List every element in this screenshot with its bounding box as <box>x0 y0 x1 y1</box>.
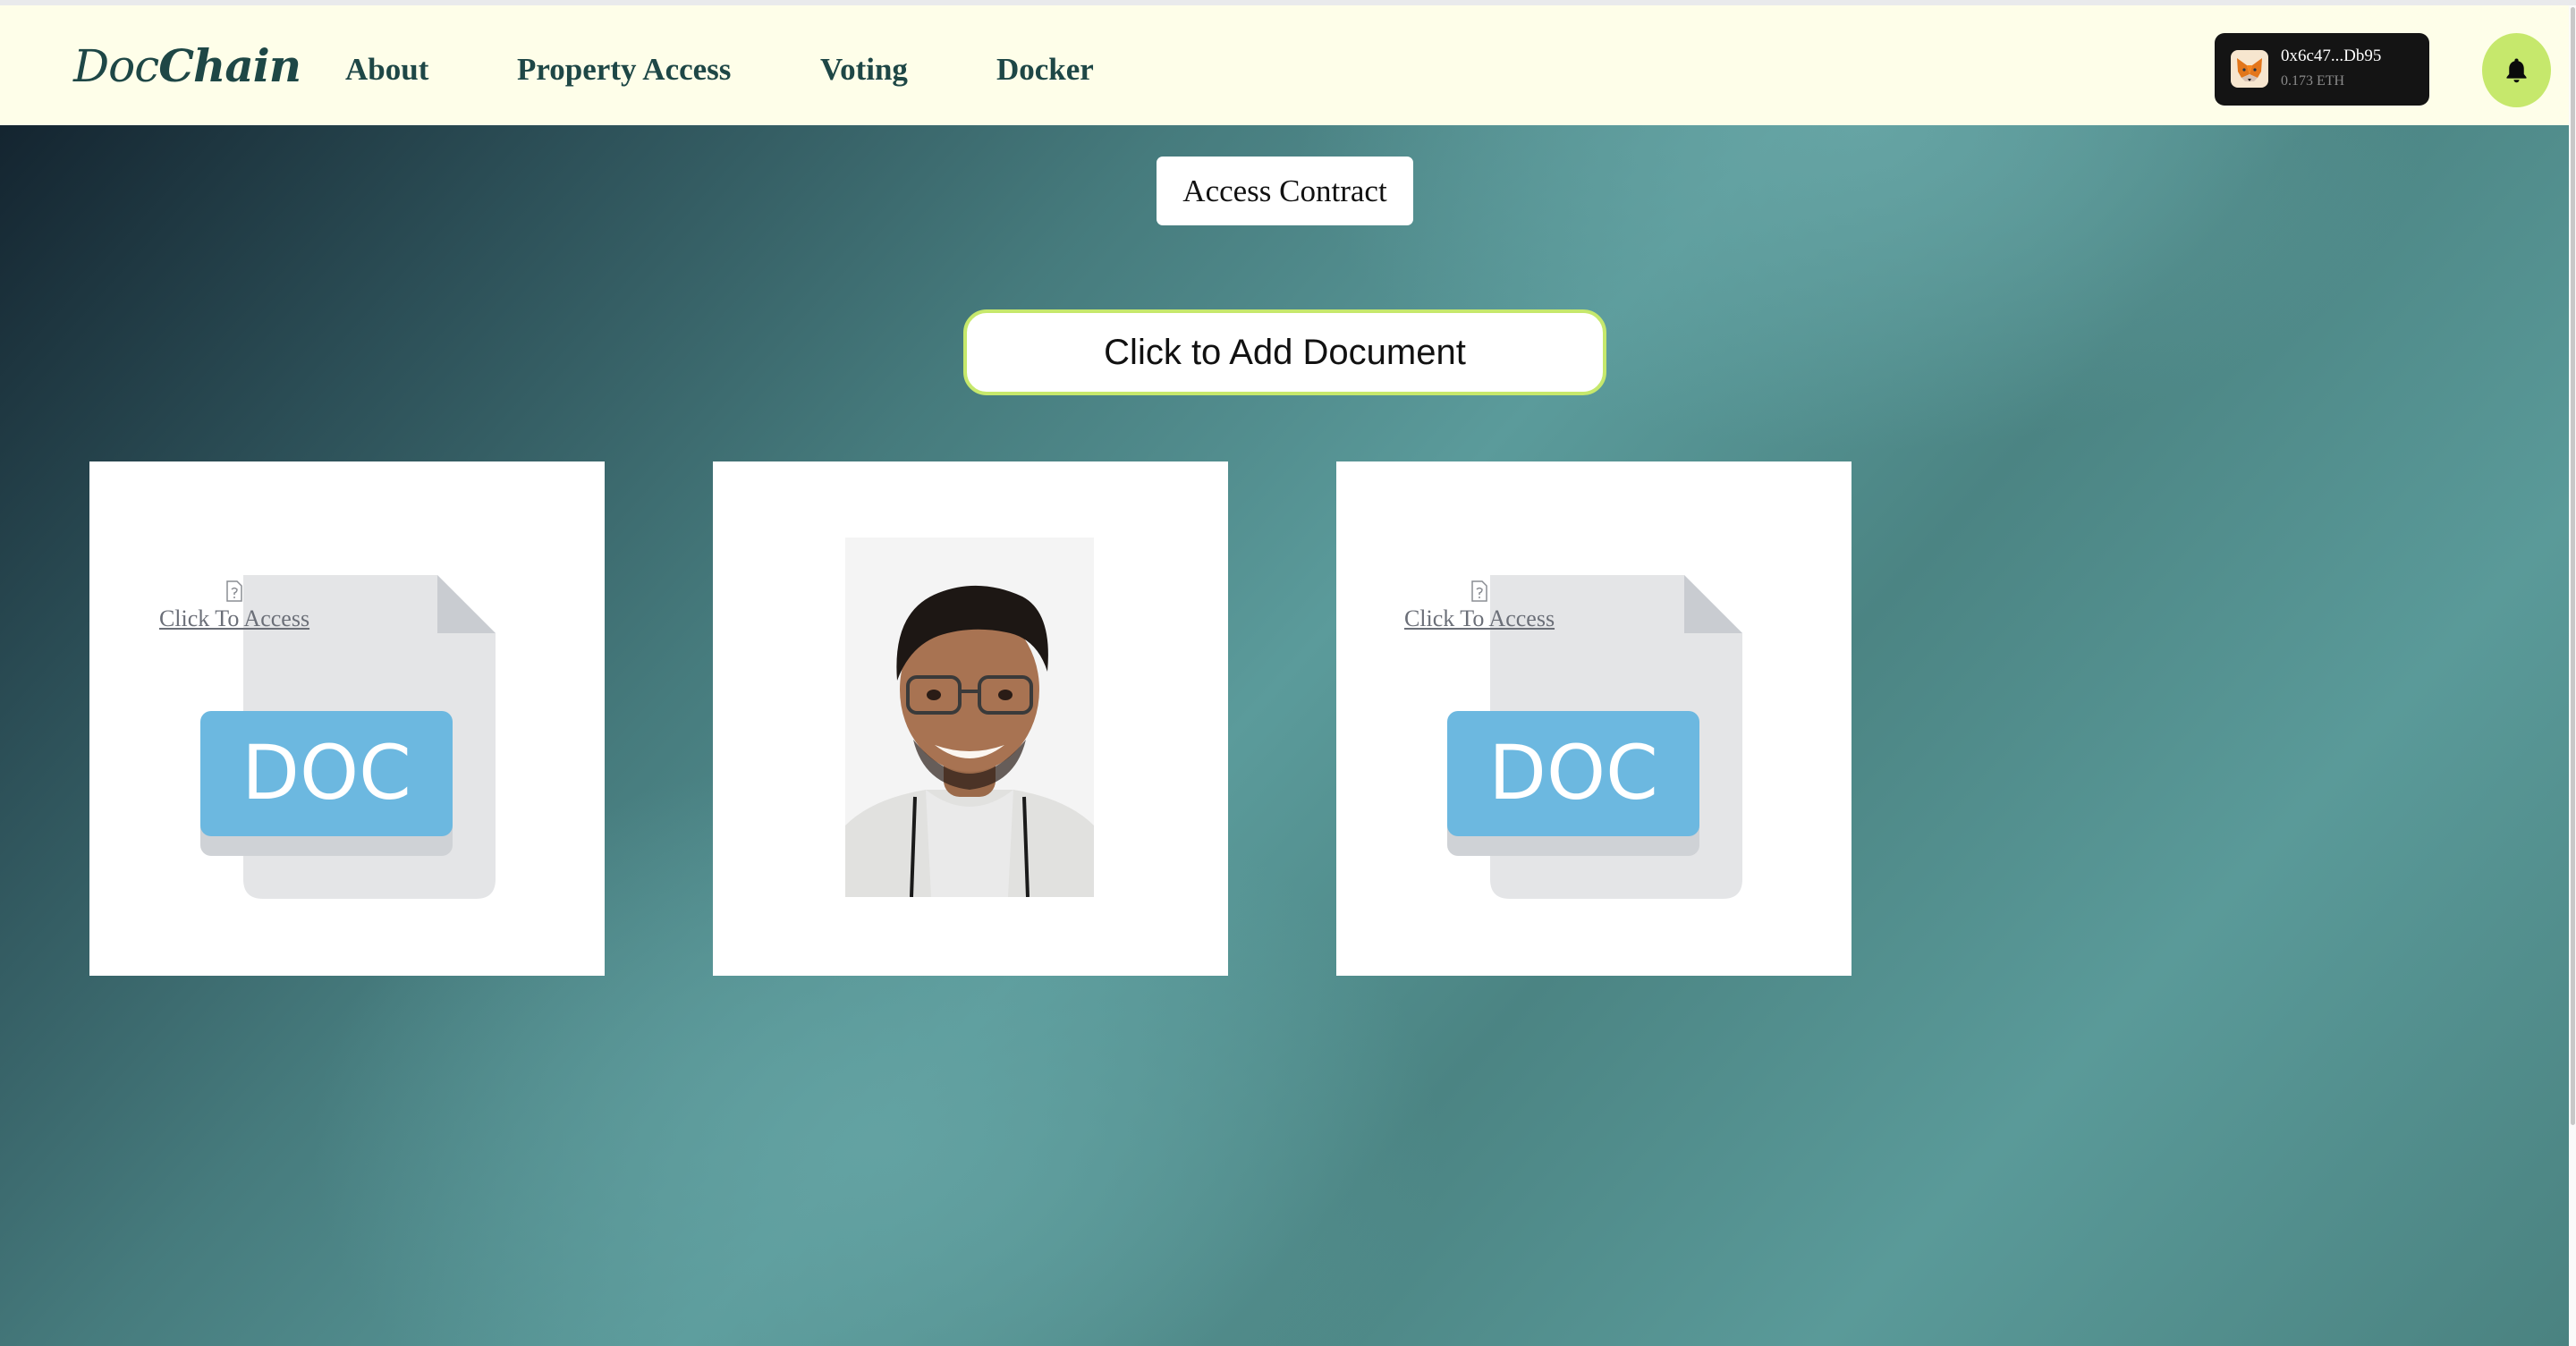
doc-label: DOC <box>1488 729 1657 817</box>
access-contract-button[interactable]: Access Contract <box>1157 157 1413 225</box>
doc-label: DOC <box>242 729 411 817</box>
broken-image-placeholder: Click To Access <box>145 580 324 632</box>
brand-logo[interactable]: DocChain <box>73 39 301 92</box>
nav-link-about[interactable]: About <box>345 52 428 88</box>
wallet-button[interactable]: 0x6c47...Db95 0.173 ETH <box>2215 33 2429 106</box>
document-card[interactable] <box>713 461 1228 976</box>
wallet-balance: 0.173 ETH <box>2281 73 2345 89</box>
broken-image-placeholder: Click To Access <box>1390 580 1569 632</box>
logo-text-doc: Doc <box>73 40 159 92</box>
document-card[interactable]: DOC Click To Access <box>89 461 605 976</box>
nav-link-voting[interactable]: Voting <box>820 52 908 88</box>
nav-link-docker[interactable]: Docker <box>996 52 1094 88</box>
broken-image-icon <box>226 580 242 602</box>
document-card[interactable]: DOC Click To Access <box>1336 461 1852 976</box>
portrait-photo <box>845 538 1094 897</box>
metamask-fox-icon <box>2231 50 2268 88</box>
nav-link-property-access[interactable]: Property Access <box>517 52 731 88</box>
broken-image-icon <box>1471 580 1487 602</box>
page-scrollbar-thumb[interactable] <box>2571 7 2575 1125</box>
wallet-address: 0x6c47...Db95 <box>2281 47 2382 65</box>
bell-icon <box>2506 58 2527 83</box>
click-to-access-link[interactable]: Click To Access <box>1390 605 1569 632</box>
notifications-button[interactable] <box>2482 33 2551 107</box>
top-navbar: DocChain About Property Access Voting Do… <box>0 5 2569 125</box>
click-to-access-link[interactable]: Click To Access <box>145 605 324 632</box>
logo-text-chain: Chain <box>158 39 301 92</box>
add-document-button[interactable]: Click to Add Document <box>963 309 1606 395</box>
